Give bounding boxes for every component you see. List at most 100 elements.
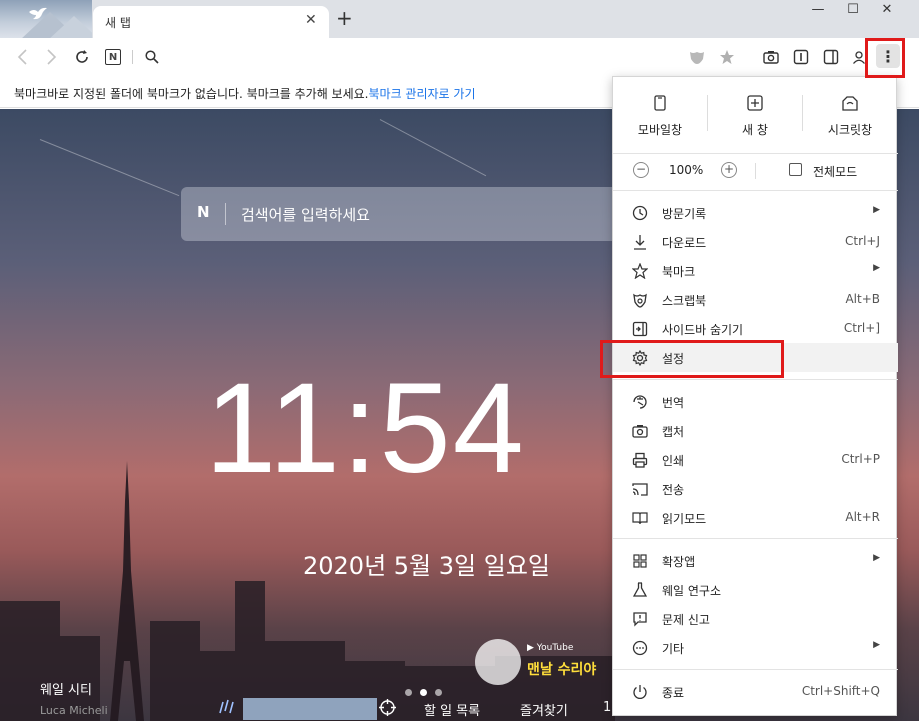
print-icon: [631, 451, 649, 469]
new-window-button[interactable]: 새 창: [708, 95, 802, 138]
wallpaper-credit: Luca Micheli: [40, 704, 108, 717]
more-icon: [631, 639, 649, 657]
search-placeholder[interactable]: 검색어를 입력하세요: [241, 204, 370, 225]
menu-item-hide-sidebar[interactable]: 사이드바 숨기기 Ctrl+]: [613, 314, 898, 343]
search-divider: [225, 203, 226, 225]
menu-item-label: 기타: [662, 642, 685, 656]
menu-item-label: 읽기모드: [662, 512, 707, 526]
fullscreen-icon[interactable]: [789, 163, 802, 176]
clock: 11:54: [205, 357, 526, 500]
menu-item-label: 방문기록: [662, 207, 707, 221]
window-close-button[interactable]: ✕: [872, 2, 902, 17]
bottom-bar-input[interactable]: [243, 698, 377, 720]
menu-item-cast[interactable]: 전송: [613, 474, 898, 503]
capture-icon[interactable]: [760, 46, 782, 68]
zoom-in-button[interactable]: +: [721, 162, 737, 178]
bookmark-manager-link[interactable]: 북마크 관리자로 가기: [369, 87, 476, 101]
menu-item-report-issue[interactable]: 문제 신고: [613, 604, 898, 633]
submenu-arrow-icon: ▶: [873, 205, 880, 215]
todo-link[interactable]: 할 일 목록: [424, 700, 480, 719]
menu-item-label: 웨일 연구소: [662, 584, 722, 598]
power-icon: [631, 683, 649, 701]
menu-item-label: 전송: [662, 483, 685, 497]
extensions-icon: [631, 552, 649, 570]
menu-item-translate[interactable]: 번역: [613, 387, 898, 416]
menu-item-label: 캡처: [662, 425, 685, 439]
menu-item-shortcut: Alt+R: [845, 510, 880, 524]
tab-title: 새 탭: [105, 16, 131, 30]
youtube-label: ▶ YouTube: [527, 643, 574, 653]
zoom-divider: [755, 163, 756, 179]
report-icon: [631, 610, 649, 628]
star-icon[interactable]: [716, 46, 738, 68]
menu-divider: [613, 669, 898, 670]
search-box[interactable]: N 검색어를 입력하세요: [181, 187, 651, 241]
reader-icon[interactable]: [790, 46, 812, 68]
target-icon[interactable]: [379, 699, 396, 720]
secret-window-button[interactable]: 시크릿창: [803, 95, 897, 138]
watermark-logo: ▶ YouTube 맨날 수리야: [475, 639, 615, 689]
shield-icon[interactable]: [686, 46, 708, 68]
menu-item-more[interactable]: 기타 ▶: [613, 633, 898, 662]
reload-icon[interactable]: [71, 46, 93, 68]
menu-item-downloads[interactable]: 다운로드 Ctrl+J: [613, 227, 898, 256]
wallpaper-title[interactable]: 웨일 시티: [40, 679, 92, 698]
new-window-icon: [708, 95, 802, 115]
bookmark-bar-message: 북마크바로 지정된 폴더에 북마크가 없습니다. 북마크를 추가해 보세요.북마…: [14, 85, 476, 102]
minimize-button[interactable]: —: [803, 2, 833, 17]
flask-icon: [631, 581, 649, 599]
menu-item-label: 스크랩북: [662, 294, 707, 308]
tab-close-icon[interactable]: ✕: [305, 12, 317, 28]
tab-new-tab[interactable]: 새 탭 ✕: [93, 6, 329, 38]
sky-streak: [379, 119, 487, 177]
mobile-icon: [613, 95, 707, 115]
menu-divider: [613, 538, 898, 539]
menu-item-shortcut: Ctrl+Shift+Q: [801, 684, 880, 698]
submenu-arrow-icon: ▶: [873, 640, 880, 650]
pager-dot-active[interactable]: [420, 689, 427, 696]
zoom-out-button[interactable]: −: [633, 162, 649, 178]
new-tab-button[interactable]: +: [336, 8, 353, 28]
forward-icon[interactable]: [40, 46, 62, 68]
menu-item-settings[interactable]: 설정: [613, 343, 898, 372]
download-icon: [631, 233, 649, 251]
naver-home-icon[interactable]: N: [102, 46, 124, 68]
search-icon[interactable]: [141, 46, 163, 68]
menu-item-label: 북마크: [662, 265, 696, 279]
book-icon: [631, 509, 649, 527]
main-menu-button[interactable]: ⋮: [876, 44, 900, 68]
weather-icon[interactable]: [218, 699, 238, 719]
mobile-window-button[interactable]: 모바일창: [613, 95, 707, 138]
menu-item-capture[interactable]: 캡처: [613, 416, 898, 445]
menu-item-scrapbook[interactable]: 스크랩북 Alt+B: [613, 285, 898, 314]
menu-item-label: 설정: [662, 352, 685, 366]
bird-icon: [28, 6, 48, 27]
secret-window-label: 시크릿창: [827, 123, 873, 137]
pager-dot[interactable]: [405, 689, 412, 696]
building: [150, 621, 200, 721]
menu-item-bookmarks[interactable]: 북마크 ▶: [613, 256, 898, 285]
maximize-button[interactable]: ☐: [838, 2, 868, 17]
bookmark-empty-text: 북마크바로 지정된 폴더에 북마크가 없습니다. 북마크를 추가해 보세요.: [14, 87, 369, 101]
menu-divider: [613, 379, 898, 380]
menu-item-whale-labs[interactable]: 웨일 연구소: [613, 575, 898, 604]
history-icon: [631, 204, 649, 222]
scrapbook-icon: [631, 291, 649, 309]
fullscreen-label[interactable]: 전체모드: [813, 163, 857, 180]
favorites-link[interactable]: 즐겨찾기: [520, 700, 568, 719]
building: [0, 601, 60, 721]
pager-dot[interactable]: [435, 689, 442, 696]
menu-item-shortcut: Ctrl+J: [845, 234, 880, 248]
naver-logo-icon: N: [197, 203, 210, 221]
menu-item-history[interactable]: 방문기록 ▶: [613, 198, 898, 227]
sidebar-toggle-icon[interactable]: [820, 46, 842, 68]
menu-item-exit[interactable]: 종료 Ctrl+Shift+Q: [613, 677, 898, 706]
menu-item-reading-mode[interactable]: 읽기모드 Alt+R: [613, 503, 898, 532]
menu-item-extensions[interactable]: 확장앱 ▶: [613, 546, 898, 575]
toolbar: N: [0, 38, 919, 76]
menu-item-shortcut: Ctrl+P: [841, 452, 880, 466]
menu-item-label: 다운로드: [662, 236, 707, 250]
back-icon[interactable]: [12, 46, 34, 68]
profile-icon[interactable]: [848, 46, 870, 68]
menu-item-print[interactable]: 인쇄 Ctrl+P: [613, 445, 898, 474]
